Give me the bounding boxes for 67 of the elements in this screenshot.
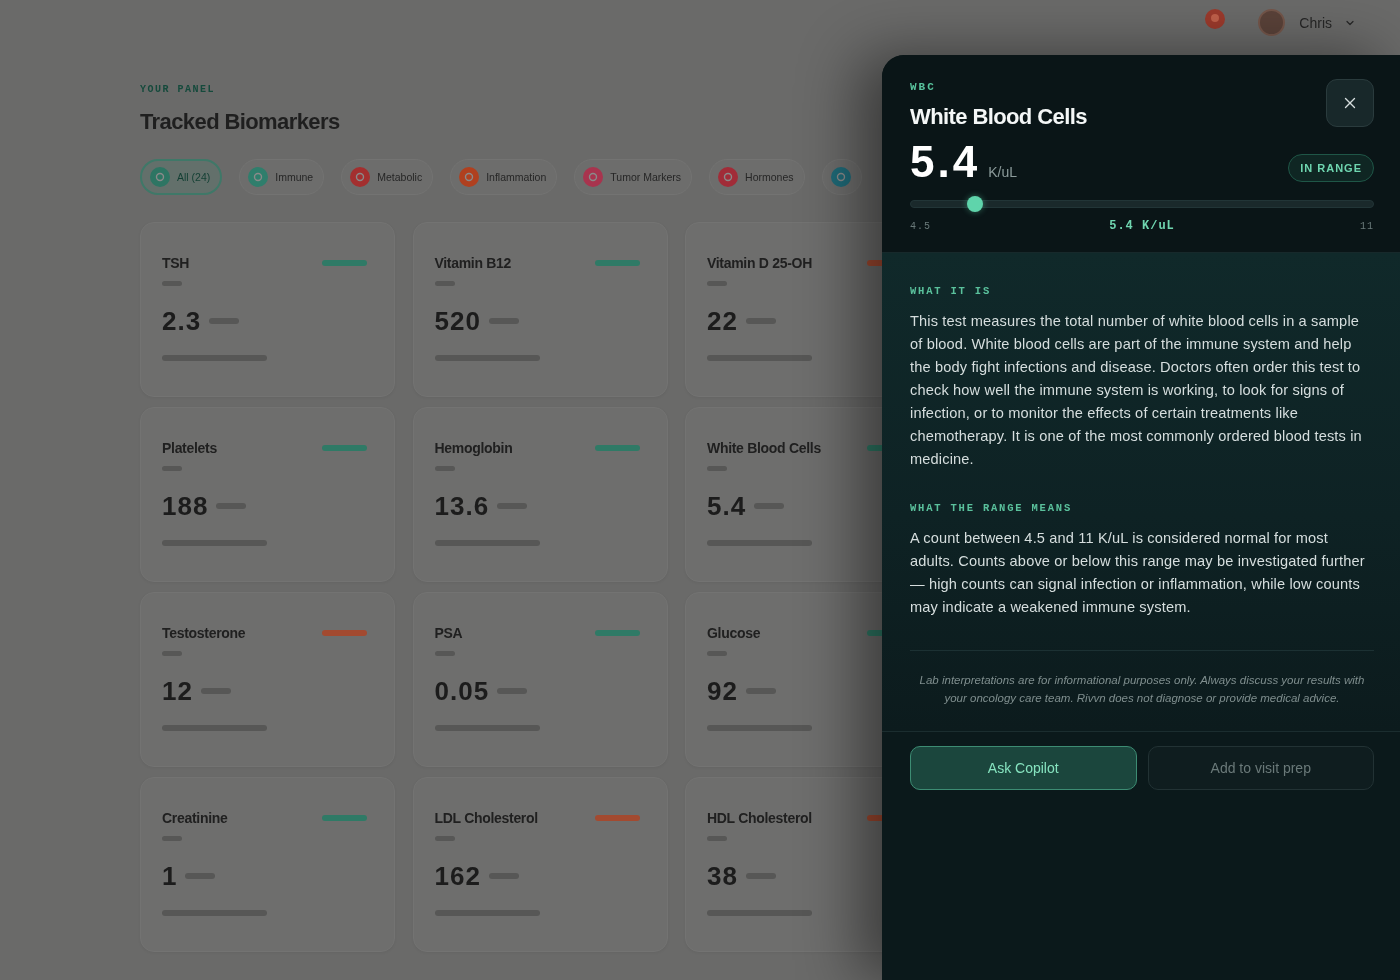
biomarker-name: TSH (162, 255, 190, 271)
filter-chip[interactable]: Hormones (709, 159, 805, 195)
filter-chip[interactable]: Metabolic (341, 159, 434, 195)
biomarker-value: 5.4 (707, 491, 747, 521)
blurred-text (434, 281, 455, 286)
add-to-visit-prep-button[interactable]: Add to visit prep (1147, 746, 1374, 790)
biomarker-name: White Blood Cells (707, 440, 821, 456)
biomarker-value: 2.3 (162, 306, 202, 336)
range-max-label: 11 (1360, 220, 1374, 232)
biomarker-value: 92 (707, 676, 738, 706)
panel-title: White Blood Cells (910, 103, 1087, 131)
biomarker-name: PSA (434, 625, 463, 641)
result-unit: K/uL (988, 164, 1017, 180)
biomarker-value: 188 (162, 491, 209, 521)
status-pill: IN RANGE (1288, 154, 1374, 182)
biomarker-name: Vitamin B12 (434, 255, 512, 271)
biomarker-name: Creatinine (162, 810, 228, 826)
range-reading: 5.4 K/uL (1109, 219, 1175, 233)
page-title: Tracked Biomarkers (140, 108, 340, 136)
biomarker-card[interactable]: Vitamin B12 520 (412, 222, 668, 397)
avatar (1258, 9, 1286, 36)
biomarker-code: WBC (910, 80, 936, 94)
user-name[interactable]: Chris (1299, 14, 1332, 31)
blurred-text (162, 651, 182, 656)
filter-chip[interactable]: Immune (239, 159, 325, 195)
close-button[interactable] (1326, 79, 1374, 127)
filter-chip[interactable]: All (24) (140, 159, 223, 195)
filter-chip[interactable]: Tumor Markers (574, 159, 693, 195)
blurred-text (707, 281, 727, 286)
filter-chip[interactable]: Inflammation (450, 159, 558, 195)
biomarker-name: LDL Cholesterol (434, 810, 538, 826)
filter-chip[interactable] (821, 159, 862, 195)
section-eyebrow: YOUR PANEL (140, 84, 215, 96)
blurred-text (434, 651, 455, 656)
biomarker-card[interactable]: Hemoglobin 13.6 (412, 407, 668, 582)
biomarker-card[interactable]: PSA 0.05 (412, 592, 668, 767)
biomarker-name: Glucose (707, 625, 761, 641)
biomarker-card[interactable]: Testosterone 12 (140, 592, 395, 767)
blurred-text (162, 466, 182, 471)
blurred-text (707, 466, 727, 471)
biomarker-card[interactable]: TSH 2.3 (140, 222, 395, 397)
biomarker-value: 162 (434, 861, 481, 891)
biomarker-value: 13.6 (434, 491, 490, 521)
range-min-label: 4.5 (910, 220, 931, 232)
blurred-text (434, 836, 455, 841)
biomarker-name: Testosterone (162, 625, 246, 641)
biomarker-value: 22 (707, 306, 738, 336)
biomarker-card[interactable]: LDL Cholesterol 162 (412, 777, 668, 952)
biomarker-value: 12 (162, 676, 193, 706)
biomarker-value: 520 (434, 306, 481, 336)
blurred-text (707, 836, 727, 841)
alert-icon[interactable] (1205, 8, 1226, 29)
biomarker-value: 38 (707, 861, 738, 891)
biomarker-card[interactable]: Platelets 188 (140, 407, 395, 582)
blurred-text (162, 836, 182, 841)
ask-copilot-button[interactable]: Ask Copilot (910, 746, 1137, 790)
blurred-text (707, 651, 727, 656)
biomarker-name: Hemoglobin (434, 440, 513, 456)
blurred-text (434, 466, 455, 471)
biomarker-value: 0.05 (434, 676, 490, 706)
biomarker-name: HDL Cholesterol (707, 810, 812, 826)
result-value: 5.4 (910, 139, 981, 185)
biomarker-card[interactable]: Creatinine 1 (140, 777, 395, 952)
blurred-text (162, 281, 182, 286)
biomarker-name: Vitamin D 25-OH (707, 255, 812, 271)
biomarker-name: Platelets (162, 440, 217, 456)
biomarker-value: 1 (162, 861, 178, 891)
